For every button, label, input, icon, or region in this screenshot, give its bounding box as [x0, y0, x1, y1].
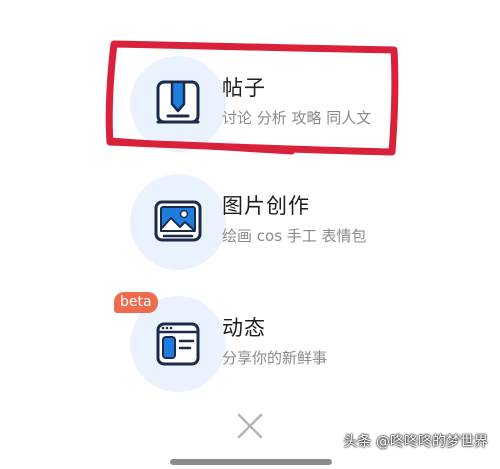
item-title: 帖子: [222, 76, 266, 100]
post-icon-circle: [130, 56, 226, 152]
item-subtitle: 讨论 分析 攻略 同人文: [222, 109, 372, 127]
menu-item-feed[interactable]: beta 动态 分享你的新鲜事: [114, 292, 430, 392]
picture-icon: [154, 200, 202, 242]
item-title: 图片创作: [222, 194, 310, 218]
item-subtitle: 分享你的新鲜事: [222, 349, 328, 367]
home-indicator[interactable]: [170, 459, 332, 465]
close-icon[interactable]: [236, 412, 264, 440]
feed-window-icon: [156, 322, 200, 366]
menu-item-post[interactable]: 帖子 讨论 分析 攻略 同人文: [130, 56, 430, 152]
item-subtitle: 绘画 cos 手工 表情包: [222, 227, 367, 245]
item-title: 动态: [222, 316, 266, 340]
picture-icon-circle: [130, 174, 226, 270]
beta-badge: beta: [114, 292, 158, 313]
watermark-text: 头条 @咚咚咚的梦世界: [343, 434, 488, 450]
post-pencil-icon: [156, 80, 200, 124]
menu-item-picture[interactable]: 图片创作 绘画 cos 手工 表情包: [130, 174, 430, 270]
